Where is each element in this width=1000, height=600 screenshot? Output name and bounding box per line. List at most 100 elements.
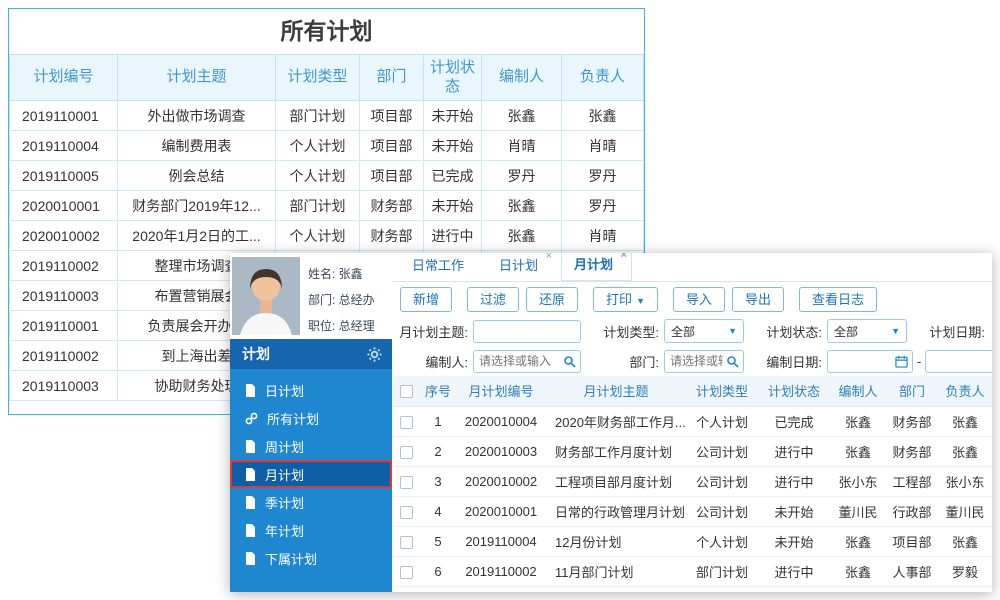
sidebar-menu: 日计划 所有计划 周计划 月计划 季计划 年计划 下属计划 (230, 369, 392, 592)
print-button-label: 打印 (606, 291, 633, 307)
subject-input[interactable] (473, 319, 581, 343)
cell-type: 个人计划 (686, 526, 758, 557)
compiler-link[interactable]: 张鑫 (830, 406, 886, 437)
cell-subject: 外出做市场调查 (117, 100, 276, 131)
chevron-down-icon: ▼ (728, 326, 737, 336)
page-title: 所有计划 (280, 18, 373, 44)
profile-name: 姓名: 张鑫 (308, 267, 363, 281)
sidebar-item-yearly-plan[interactable]: 年计划 (230, 516, 392, 544)
sidebar-item-label: 季计划 (265, 495, 305, 511)
cell-type: 个人计划 (275, 130, 360, 161)
plan-type-select[interactable]: 全部 ▼ (664, 319, 744, 343)
plan-id-link[interactable]: 2020010002 (456, 466, 546, 497)
compiler-link[interactable]: 张小东 (830, 466, 886, 497)
row-checkbox[interactable] (399, 505, 413, 519)
profile-dept: 部门: 总经办 (308, 293, 375, 307)
compiler-link[interactable]: 张鑫 (830, 556, 886, 587)
search-icon[interactable] (563, 355, 576, 368)
subject-link[interactable]: 工程项目部月度计划 (546, 466, 686, 497)
subject-link[interactable]: 日常的行政管理月计划 (546, 496, 686, 527)
cell-dept: 财务部 (886, 436, 938, 467)
cell-dept: 项目部 (886, 526, 938, 557)
sidebar-item-label: 所有计划 (267, 411, 320, 427)
cell-plan-id: 2020010001 (9, 190, 118, 221)
cell-plan-id: 2019110001 (9, 310, 118, 341)
sidebar-item-label: 下属计划 (265, 551, 318, 567)
cell-dept: 工程部 (886, 466, 938, 497)
row-checkbox[interactable] (399, 415, 413, 429)
col-header-plan-id: 月计划编号 (456, 376, 546, 407)
tab-daily-work[interactable]: 日常工作 (400, 253, 482, 281)
owner-link[interactable]: 罗毅 (938, 556, 992, 587)
tab-monthly-plan[interactable]: 月计划 × (561, 253, 633, 281)
filter-button[interactable]: 过滤 (467, 286, 520, 312)
row-checkbox[interactable] (399, 445, 413, 459)
table-row: 1 2020010004 2020年财务部工作月... 个人计划 已完成 张鑫 … (392, 406, 992, 437)
compiler-link[interactable]: 董川民 (830, 496, 886, 527)
gear-icon[interactable] (367, 346, 382, 362)
sidebar-item-label: 周计划 (265, 439, 305, 455)
cell-type: 个人计划 (275, 220, 360, 251)
cell-status: 未开始 (758, 496, 830, 527)
owner-link[interactable]: 张鑫 (938, 406, 992, 437)
view-log-button[interactable]: 查看日志 (799, 286, 878, 312)
plan-id-link[interactable]: 2020010004 (456, 406, 546, 437)
owner-link[interactable]: 张鑫 (938, 526, 992, 557)
owner-link[interactable]: 张鑫 (938, 436, 992, 467)
plan-id-link[interactable]: 2020010003 (456, 436, 546, 467)
checkbox-cell (392, 406, 420, 437)
row-checkbox[interactable] (399, 565, 413, 579)
cell-serial: 6 (420, 556, 456, 587)
sidebar-item-daily-plan[interactable]: 日计划 (230, 376, 392, 404)
owner-link[interactable]: 董川民 (938, 496, 992, 527)
cell-type: 个人计划 (686, 406, 758, 437)
subject-link[interactable]: 12月份计划 (546, 526, 686, 557)
restore-button[interactable]: 还原 (526, 286, 579, 312)
import-button[interactable]: 导入 (672, 286, 725, 312)
sidebar-item-quarterly-plan[interactable]: 季计划 (230, 488, 392, 516)
add-button[interactable]: 新增 (400, 286, 453, 312)
table-header-row: 序号 月计划编号 月计划主题 计划类型 计划状态 编制人 部门 负责人 (392, 376, 992, 407)
compile-date-end-input[interactable] (925, 349, 992, 373)
cell-serial: 1 (420, 406, 456, 437)
cell-plan-id: 2019110005 (9, 160, 118, 191)
subject-link[interactable]: 财务部工作月度计划 (546, 436, 686, 467)
sidebar-item-monthly-plan[interactable]: 月计划 (230, 460, 392, 488)
cell-plan-id: 2019110003 (9, 280, 118, 311)
subject-link[interactable]: 2020年财务部工作月... (546, 406, 686, 437)
cell-dept: 项目部 (359, 100, 424, 131)
owner-link[interactable]: 张小东 (938, 466, 992, 497)
sidebar-item-subordinate-plan[interactable]: 下属计划 (230, 544, 392, 572)
plan-id-link[interactable]: 2019110004 (456, 526, 546, 557)
calendar-icon[interactable] (895, 355, 908, 368)
tab-daily-plan[interactable]: 日计划 × (487, 253, 556, 281)
row-checkbox[interactable] (399, 475, 413, 489)
sidebar-item-weekly-plan[interactable]: 周计划 (230, 432, 392, 460)
plan-status-select[interactable]: 全部 ▼ (827, 319, 907, 343)
cell-owner: 张鑫 (561, 100, 644, 131)
col-header-compiler: 编制人 (481, 54, 562, 101)
row-checkbox[interactable] (399, 535, 413, 549)
compiler-link[interactable]: 张鑫 (830, 436, 886, 467)
link-icon (245, 412, 258, 424)
print-button[interactable]: 打印 ▼ (593, 286, 658, 312)
select-all-checkbox[interactable] (399, 385, 413, 399)
cell-type: 公司计划 (686, 436, 758, 467)
cell-type: 部门计划 (686, 556, 758, 587)
col-header-subject: 计划主题 (117, 54, 276, 101)
col-header-dept: 部门 (886, 376, 938, 407)
export-button[interactable]: 导出 (732, 286, 785, 312)
cell-plan-id: 2020010002 (9, 220, 118, 251)
plan-id-link[interactable]: 2020010001 (456, 496, 546, 527)
subject-link[interactable]: 11月部门计划 (546, 556, 686, 587)
close-icon[interactable]: × (546, 253, 552, 262)
search-icon[interactable] (726, 355, 739, 368)
plan-id-link[interactable]: 2019110002 (456, 556, 546, 587)
cell-dept: 行政部 (886, 496, 938, 527)
compiler-link[interactable]: 张鑫 (830, 526, 886, 557)
cell-status: 已完成 (423, 160, 482, 191)
close-icon[interactable]: × (621, 253, 627, 261)
cell-type: 公司计划 (686, 466, 758, 497)
sidebar-item-all-plans[interactable]: 所有计划 (230, 404, 392, 432)
doc-icon (246, 467, 255, 481)
